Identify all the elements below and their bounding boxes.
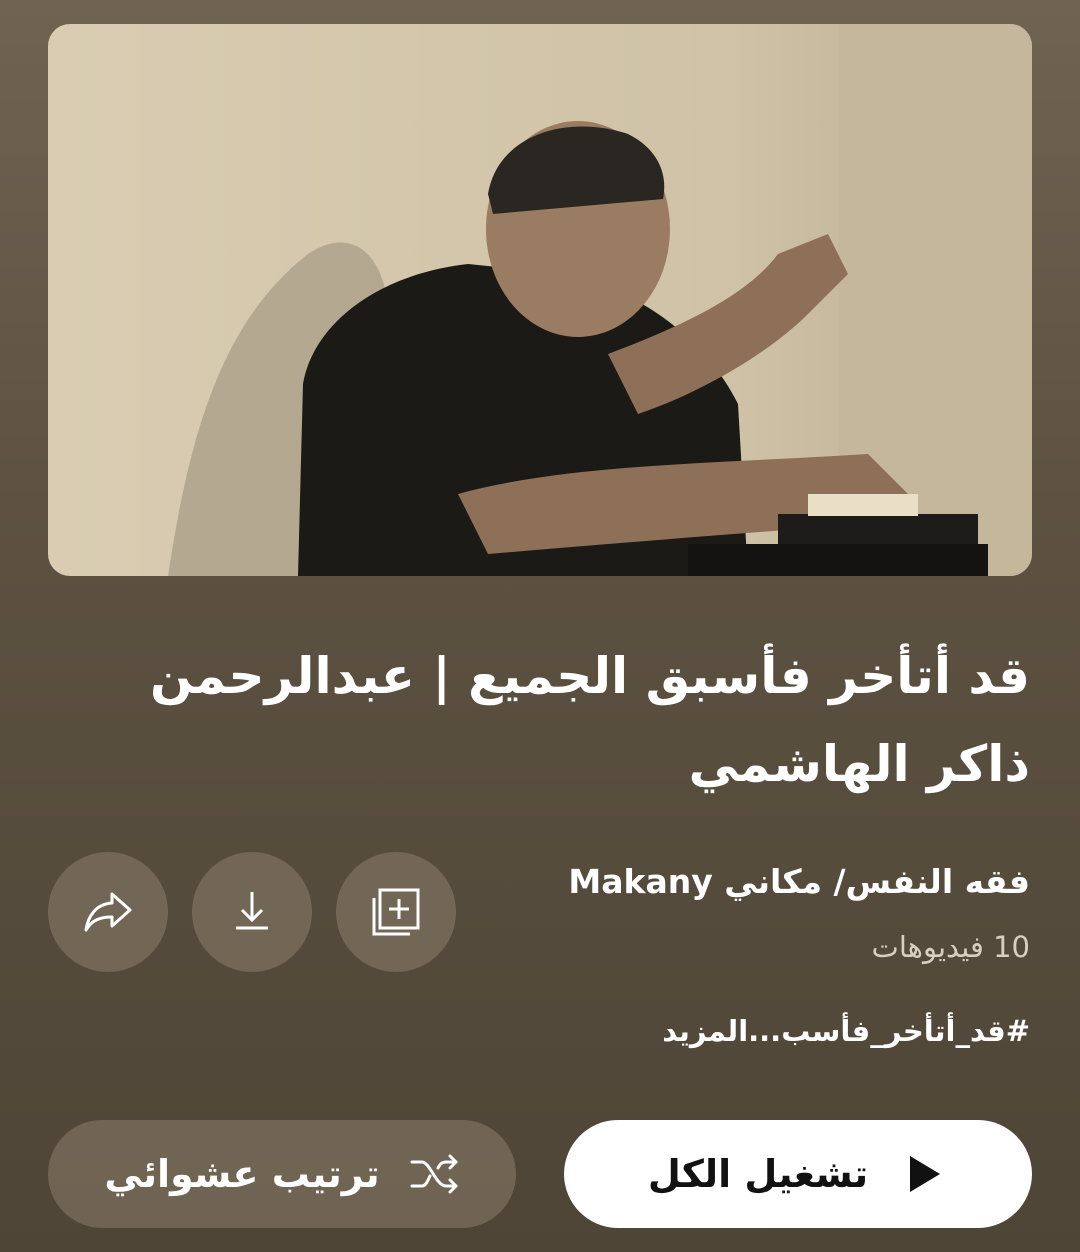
channel-name[interactable]: فقه النفس/ مكاني Makany [510,862,1030,901]
shuffle-label: ترتيب عشوائي [104,1152,380,1196]
shuffle-icon [410,1154,458,1194]
play-all-button[interactable]: تشغيل الكل [564,1120,1032,1228]
download-icon [236,892,268,930]
playlist-add-icon [372,888,420,936]
save-playlist-button[interactable] [336,852,456,972]
play-all-label: تشغيل الكل [647,1152,869,1196]
download-button[interactable] [192,852,312,972]
shuffle-button[interactable]: ترتيب عشوائي [48,1120,516,1228]
play-icon [910,1156,941,1192]
share-icon [84,892,132,932]
playlist-thumbnail[interactable] [48,24,1032,576]
playlist-description[interactable]: #قد_أتأخر_فأسب...المزيد [510,1014,1030,1048]
more-link[interactable]: ...المزيد [662,1014,781,1048]
playlist-title: قد أتأخر فأسبق الجميع | عبدالرحمن ذاكر ا… [150,647,1030,793]
hashtag-link[interactable]: #قد_أتأخر_فأسب [781,1014,1030,1048]
video-count: 10 فيديوهات [871,930,1030,964]
share-button[interactable] [48,852,168,972]
